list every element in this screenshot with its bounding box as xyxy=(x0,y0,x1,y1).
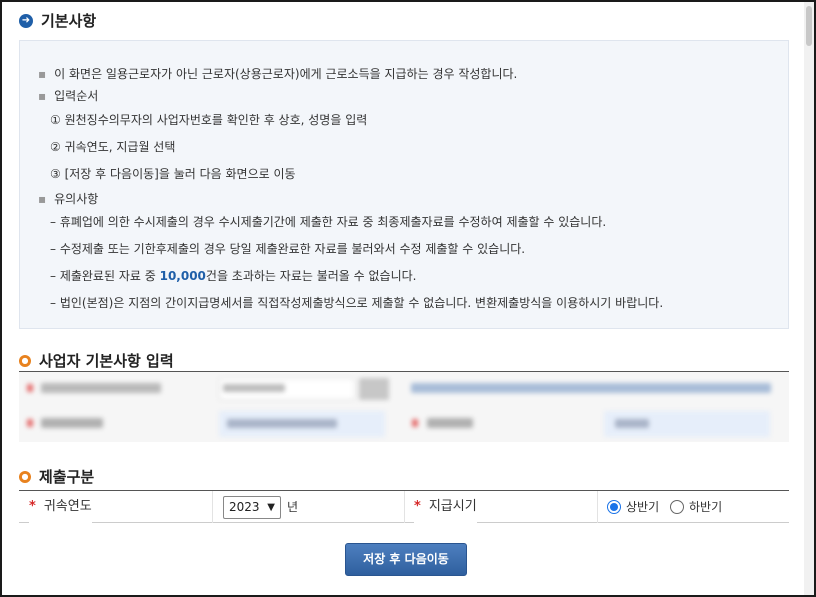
note-4: – 법인(본점)은 지점의 간이지급명세서를 직접작성제출방식으로 제출할 수 … xyxy=(50,296,664,310)
year-unit: 년 xyxy=(287,500,299,514)
check-button[interactable] xyxy=(359,378,389,400)
year-label: * 귀속연도 xyxy=(29,491,92,523)
basic-section-header: ➜ 기본사항 xyxy=(19,10,96,31)
step-2: ② 귀속연도, 지급월 선택 xyxy=(50,140,176,154)
year-select[interactable]: 2023 ▼ xyxy=(223,496,281,519)
notes-title: ▪ 유의사항 xyxy=(38,192,99,206)
divider xyxy=(597,491,598,523)
step-1: ① 원천징수의무자의 사업자번호를 확인한 후 상호, 성명을 입력 xyxy=(50,113,368,127)
submission-section-header: ● 제출구분 xyxy=(19,466,94,487)
scrollbar[interactable] xyxy=(804,2,814,595)
bullet-icon: ▪ xyxy=(38,67,47,81)
note-1: – 휴폐업에 의한 수시제출의 경우 수시제출기간에 제출한 자료 중 최종제출… xyxy=(50,215,607,229)
page-frame: ➜ 기본사항 ▪ 이 화면은 일용근로자가 아닌 근로자(상용근로자)에게 근로소… xyxy=(0,0,816,597)
submission-table: * 귀속연도 2023 ▼ 년 * 지급시기 상반기 하반기 xyxy=(19,490,789,523)
required-icon: * xyxy=(414,499,421,514)
bullet-icon: ▪ xyxy=(38,192,47,206)
second-half-radio[interactable] xyxy=(670,500,684,514)
arrow-right-circle-icon: ➜ xyxy=(19,13,33,28)
divider xyxy=(404,491,405,523)
business-section-header: ● 사업자 기본사항 입력 xyxy=(19,350,174,371)
section-title: 사업자 기본사항 입력 xyxy=(39,352,174,370)
required-icon: * xyxy=(29,499,36,514)
note-3: – 제출완료된 자료 중 10,000건을 초과하는 자료는 불러올 수 없습니… xyxy=(50,269,417,283)
business-row-1 xyxy=(19,372,789,406)
second-half-label[interactable]: 하반기 xyxy=(689,491,722,523)
first-half-label[interactable]: 상반기 xyxy=(626,491,659,523)
scrollbar-thumb[interactable] xyxy=(806,6,812,46)
bullet-circle-icon: ● xyxy=(19,354,31,367)
business-row-2 xyxy=(19,406,789,442)
info-line-1: ▪ 이 화면은 일용근로자가 아닌 근로자(상용근로자)에게 근로소득을 지급하는… xyxy=(38,67,518,81)
first-half-radio[interactable] xyxy=(607,500,621,514)
info-box: ▪ 이 화면은 일용근로자가 아닌 근로자(상용근로자)에게 근로소득을 지급하는… xyxy=(19,40,789,329)
section-title: 기본사항 xyxy=(41,12,97,30)
step-3: ③ [저장 후 다음이동]을 눌러 다음 화면으로 이동 xyxy=(50,167,296,181)
section-title: 제출구분 xyxy=(39,468,95,486)
chevron-down-icon: ▼ xyxy=(267,502,275,513)
limit-count: 10,000 xyxy=(159,269,206,283)
divider xyxy=(212,491,213,523)
bullet-icon: ▪ xyxy=(38,89,47,103)
period-label: * 지급시기 xyxy=(414,491,477,523)
note-2: – 수정제출 또는 기한후제출의 경우 당일 제출완료한 자료를 불러와서 수정… xyxy=(50,242,526,256)
input-order-title: ▪ 입력순서 xyxy=(38,89,99,103)
bullet-circle-icon: ● xyxy=(19,470,31,483)
save-next-button[interactable]: 저장 후 다음이동 xyxy=(345,543,467,576)
